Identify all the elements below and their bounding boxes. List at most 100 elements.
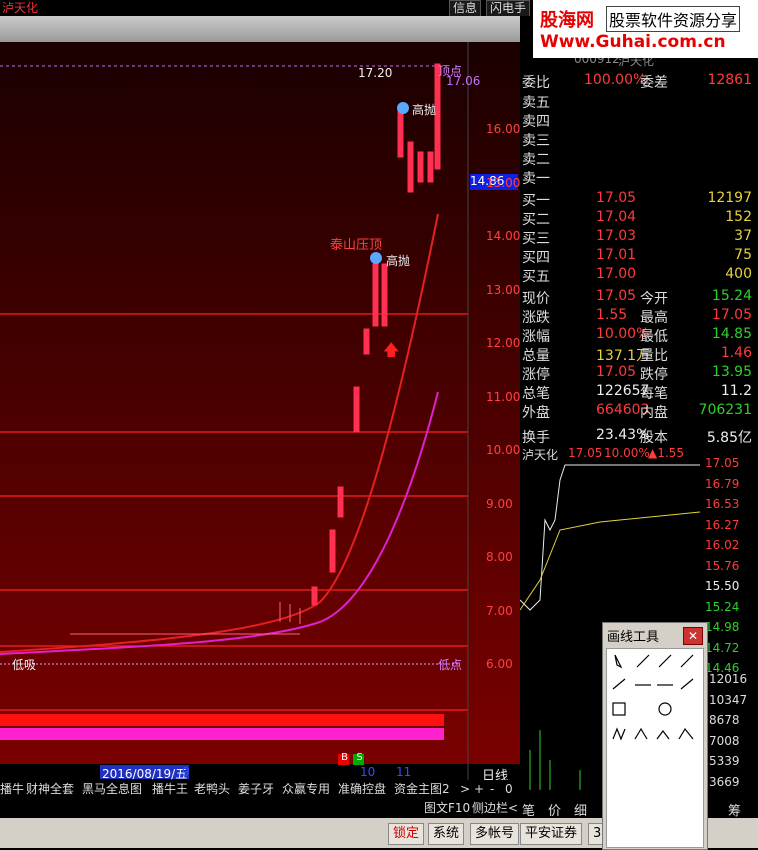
candle xyxy=(381,263,388,327)
intraday-volume-tick: 10347 xyxy=(709,692,748,707)
zoom-plus-button[interactable]: + xyxy=(474,781,484,797)
tab-indicator[interactable]: 准确控盘 xyxy=(338,781,386,797)
intraday-price-tick: 16.79 xyxy=(705,476,740,491)
price-tick-label: 13.00 xyxy=(486,282,521,297)
candle xyxy=(353,386,360,433)
month-tick: 11 xyxy=(396,765,412,779)
intraday-volume-tick: 3669 xyxy=(709,774,740,789)
quote-cell: 17.05 xyxy=(596,288,637,304)
quote-cell: 17.01 xyxy=(596,247,637,263)
tab-indicator[interactable]: 众赢专用 xyxy=(282,781,330,797)
quote-cell: 17.04 xyxy=(596,209,637,225)
quote-row: 卖四 xyxy=(520,111,752,130)
intraday-price-tick: 15.50 xyxy=(705,579,740,593)
zoom-minus-button[interactable]: - xyxy=(490,781,494,797)
tab-next-button[interactable]: > xyxy=(460,781,470,797)
close-icon[interactable]: ✕ xyxy=(683,627,703,645)
price-tick-label: 12.00 xyxy=(486,336,521,350)
quote-cell: 400 xyxy=(725,266,752,282)
quote-cell: 1.46 xyxy=(720,345,752,361)
quote-row: 涨幅 10.00% 最低 14.85 xyxy=(520,326,752,345)
intraday-price-tick: 17.05 xyxy=(705,456,740,470)
quote-row: 买一 17.05 12197 xyxy=(520,190,752,209)
detail-tab[interactable]: 细 xyxy=(574,800,587,819)
wave-tool-icon xyxy=(612,727,626,741)
tab-indicator[interactable]: 老鸭头 xyxy=(194,781,230,797)
rectangle-tool-icon xyxy=(612,702,626,716)
banner-site-name: 股海网 xyxy=(540,10,594,31)
quote-cell: 5.85亿 xyxy=(706,430,752,446)
quote-cell: 卖五 xyxy=(522,95,550,111)
indicator-bar-magenta xyxy=(0,728,444,740)
sell-label-2: 高抛 xyxy=(386,254,411,268)
quote-row: 现价 17.05 今开 15.24 xyxy=(520,288,752,307)
quote-row: 涨跌 1.55 最高 17.05 xyxy=(520,307,752,326)
date-label: 2016/08/19/五 xyxy=(100,765,190,781)
quote-cell: 卖三 xyxy=(522,133,550,149)
month-tick: 10 xyxy=(360,765,376,779)
price-tick-label: 7.00 xyxy=(486,603,513,618)
line-tool-icon xyxy=(636,654,650,668)
candle xyxy=(337,486,344,518)
ray-tool-icon xyxy=(658,654,672,668)
quote-cell: 15.24 xyxy=(711,288,752,304)
tab-indicator[interactable]: 黑马全息图 xyxy=(82,781,142,797)
drawing-tool-title: 画线工具 xyxy=(607,630,660,645)
multi-account-button[interactable]: 多帐号 xyxy=(470,823,520,845)
intraday-change: ▲1.55 xyxy=(648,446,684,460)
intraday-avg-line xyxy=(520,511,701,611)
candles xyxy=(311,63,441,606)
quote-row: 买五 17.00 400 xyxy=(520,266,752,285)
quote-cell: 内盘 xyxy=(640,405,668,421)
circle-tool-icon xyxy=(658,702,672,716)
quote-cell: 卖二 xyxy=(522,152,550,168)
quote-cell: 17.05 xyxy=(596,190,637,206)
pointer-icon xyxy=(614,654,623,669)
quote-row: 买三 17.03 37 xyxy=(520,228,752,247)
quote-cell: 卖四 xyxy=(522,114,550,130)
f10-button[interactable]: 图文F10 xyxy=(424,800,470,816)
candle xyxy=(311,586,318,606)
tab-indicator[interactable]: 财神全套 xyxy=(26,781,74,797)
sidebar-toggle-button[interactable]: 侧边栏< xyxy=(472,800,518,816)
drawing-tools-icons xyxy=(612,654,694,741)
info-button[interactable]: 信息 xyxy=(449,0,482,17)
tab-indicator[interactable]: 资金主图2 xyxy=(394,781,450,797)
candle xyxy=(363,328,370,355)
intraday-price: 17.05 xyxy=(568,446,603,460)
broker-button[interactable]: 平安证券 xyxy=(520,823,583,845)
pattern-tool-icon xyxy=(678,727,694,740)
system-button[interactable]: 系统 xyxy=(428,823,465,845)
tab-indicator[interactable]: 姜子牙 xyxy=(238,781,274,797)
sell-label-1: 高抛 xyxy=(412,103,437,117)
tab-indicator[interactable]: 播牛 xyxy=(0,781,24,797)
quote-cell: 涨幅 xyxy=(522,329,550,345)
quote-cell: 17.03 xyxy=(596,228,637,244)
intraday-price-tick: 16.02 xyxy=(705,538,740,552)
quote-cell: 17.05 xyxy=(596,364,637,380)
quote-cell: 总笔 xyxy=(522,386,550,402)
signal-b-text: B xyxy=(341,752,348,763)
quote-cell: 买二 xyxy=(522,212,550,228)
price-tick-label: 11.00 xyxy=(486,389,521,404)
flash-trade-button[interactable]: 闪电手 xyxy=(486,0,531,17)
tab-indicator[interactable]: 播牛王 xyxy=(152,781,188,797)
up-arrow-icon: 🡅 xyxy=(383,340,399,359)
price-tick-label: 15.00 xyxy=(486,175,521,190)
detail-tab[interactable]: 筹 xyxy=(728,800,741,819)
price-tick-label: 14.00 xyxy=(486,229,521,243)
quote-cell: 706231 xyxy=(698,402,752,418)
detail-tab[interactable]: 价 xyxy=(548,800,561,819)
quote-cell: 12197 xyxy=(707,190,752,206)
lock-button[interactable]: 锁定 xyxy=(388,823,425,845)
intraday-price-tick: 14.98 xyxy=(705,620,740,634)
intraday-price-tick: 16.53 xyxy=(705,497,740,511)
quote-row: 卖二 xyxy=(520,149,752,168)
sell-point-marker-icon xyxy=(397,102,409,114)
zoom-reset-button[interactable]: 0 xyxy=(505,781,513,797)
drawing-tool-grid xyxy=(606,648,704,848)
candle xyxy=(427,151,434,183)
candle xyxy=(407,141,414,193)
quote-row: 买四 17.01 75 xyxy=(520,247,752,266)
detail-tab[interactable]: 笔 xyxy=(522,800,535,819)
